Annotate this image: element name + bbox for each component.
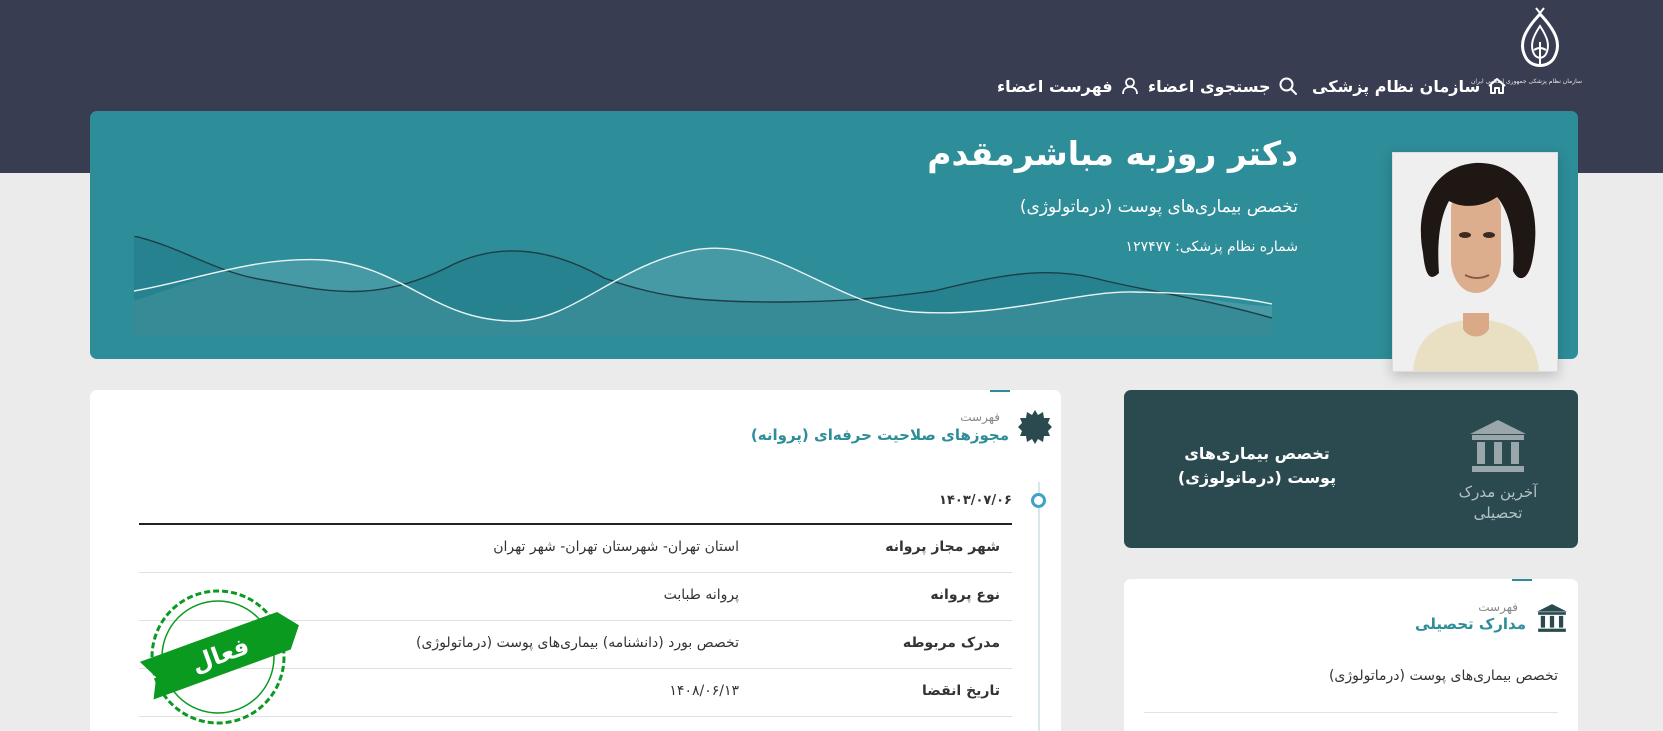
- table-row: شهر مجاز پروانه استان تهران- شهرستان تهر…: [139, 525, 1012, 573]
- latest-degree-card: آخرین مدرک تحصیلی تخصص بیماری‌های پوست (…: [1124, 390, 1578, 548]
- nav-home[interactable]: سازمان نظام پزشکی: [1312, 73, 1507, 99]
- doctor-name: دکتر روزبه مباشرمقدم: [927, 134, 1298, 173]
- licenses-card: فهرست مجوزهای صلاحیت حرفه‌ای (پروانه) ۱۴…: [90, 390, 1061, 731]
- bank-icon: [1470, 420, 1526, 472]
- divider: [1144, 712, 1558, 713]
- timeline-line: [1038, 482, 1040, 731]
- timeline-dot: [1031, 493, 1046, 508]
- education-card: فهرست مدارک تحصیلی تخصص بیماری‌های پوست …: [1124, 579, 1578, 731]
- nav-search-members[interactable]: جستجوی اعضاء: [1148, 73, 1298, 99]
- nav-home-label: سازمان نظام پزشکی: [1312, 76, 1481, 96]
- emblem-icon: [1521, 7, 1559, 67]
- row-value: استان تهران- شهرستان تهران- شهر تهران: [493, 539, 739, 555]
- card-marker: [1512, 579, 1532, 581]
- home-icon: [1488, 78, 1506, 94]
- latest-degree-label: آخرین مدرک تحصیلی: [1458, 483, 1538, 522]
- license-issue-date: ۱۴۰۳/۰۷/۰۶: [939, 493, 1012, 508]
- row-value: تخصص بورد (دانشنامه) بیماری‌های پوست (در…: [416, 635, 739, 651]
- latest-degree-title: تخصص بیماری‌های پوست (درماتولوژی): [1177, 444, 1337, 487]
- search-icon: [1279, 77, 1297, 95]
- row-key: نوع پروانه: [930, 587, 1000, 603]
- bank-icon: [1537, 604, 1567, 632]
- certificate-badge-icon: [1018, 410, 1052, 444]
- decorative-waves: [134, 236, 1272, 336]
- education-small-label: فهرست: [1478, 600, 1518, 614]
- licenses-small-label: فهرست: [960, 410, 1000, 424]
- profile-hero: دکتر روزبه مباشرمقدم تخصص بیماری‌های پوس…: [90, 111, 1578, 359]
- card-marker: [990, 390, 1010, 392]
- row-value: ۱۴۰۸/۰۶/۱۳: [669, 683, 739, 699]
- row-value: پروانه طبابت: [663, 587, 739, 603]
- row-key: تاریخ انقضا: [922, 683, 1000, 699]
- doctor-specialty: تخصص بیماری‌های پوست (درماتولوژی): [1019, 197, 1298, 217]
- logo-text: سازمان نظام پزشکی جمهوری اسلامی ایران: [1470, 78, 1582, 85]
- user-icon: [1121, 77, 1138, 95]
- education-title: مدارک تحصیلی: [1415, 615, 1526, 633]
- nav-search-label: جستجوی اعضاء: [1148, 76, 1271, 96]
- doctor-photo: [1392, 152, 1558, 372]
- row-key: شهر مجاز پروانه: [885, 539, 1000, 555]
- licenses-title: مجوزهای صلاحیت حرفه‌ای (پروانه): [750, 426, 1009, 444]
- organization-logo[interactable]: سازمان نظام پزشکی جمهوری اسلامی ایران: [1470, 6, 1582, 98]
- row-key: مدرک مربوطه: [902, 635, 1000, 651]
- medical-council-number: شماره نظام پزشکی: ۱۲۷۴۷۷: [1125, 239, 1298, 255]
- active-status-stamp: فعال: [139, 589, 299, 725]
- education-item[interactable]: تخصص بیماری‌های پوست (درماتولوژی): [1329, 668, 1558, 684]
- nav-members-label: فهرست اعضاء: [997, 76, 1113, 96]
- doctor-photo-image: [1393, 153, 1557, 371]
- nav-members-list[interactable]: فهرست اعضاء: [997, 73, 1140, 99]
